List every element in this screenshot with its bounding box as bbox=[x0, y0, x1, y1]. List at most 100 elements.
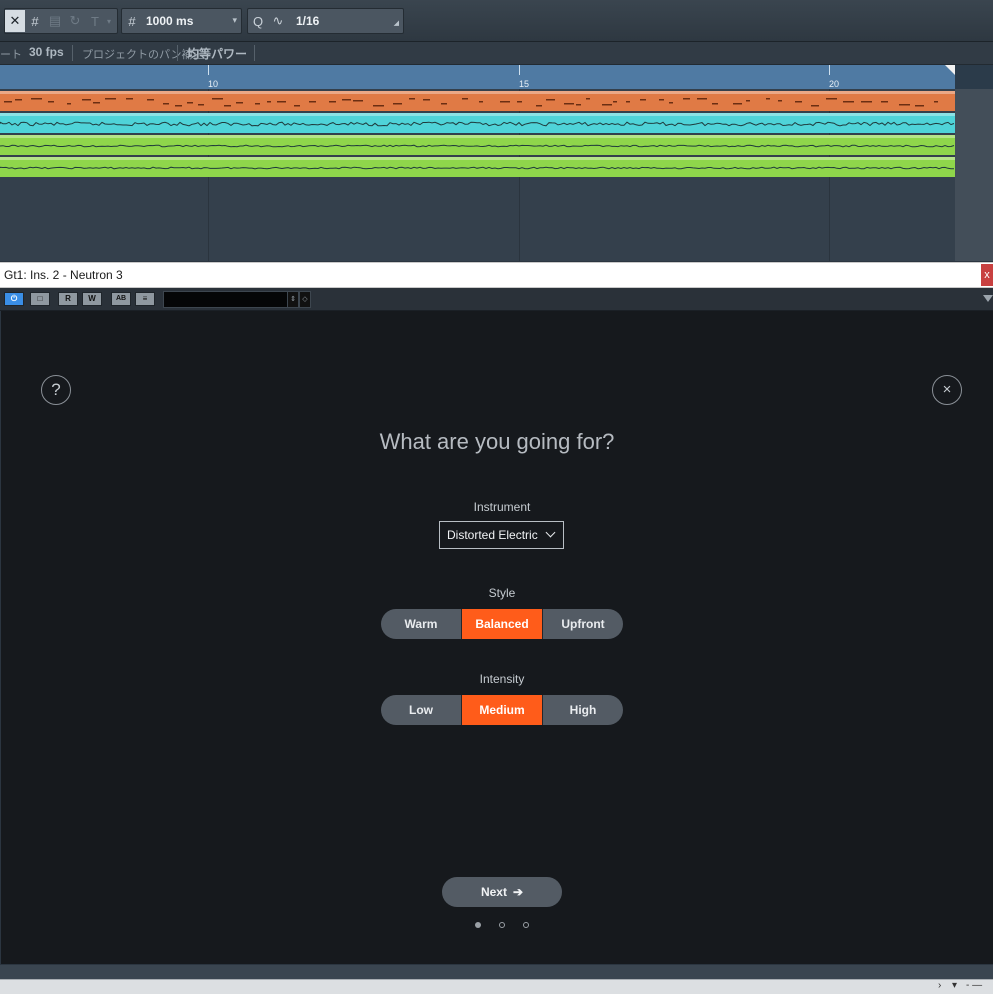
arrangement-bottom-strip bbox=[0, 965, 993, 979]
track-event-header bbox=[0, 113, 955, 116]
style-option-warm[interactable]: Warm bbox=[381, 609, 461, 639]
frame-rate[interactable]: 30 fps bbox=[29, 45, 64, 59]
nudge-select[interactable]: # 1000 ms ▾ bbox=[121, 8, 242, 34]
quantize-icon[interactable]: Q bbox=[248, 10, 268, 32]
snap-type-icon[interactable]: ▤ bbox=[45, 10, 65, 32]
intensity-option-medium[interactable]: Medium bbox=[461, 695, 542, 725]
snap-grid-icon[interactable]: # bbox=[25, 10, 45, 32]
plugin-toolbar: ⏻ □ R W AB ≡ ⇕ ◇ bbox=[0, 288, 993, 311]
chevron-down-icon[interactable]: ▾ bbox=[105, 10, 113, 32]
chevron-down-icon[interactable]: ▾ bbox=[952, 980, 957, 991]
wave-icon[interactable]: ∿ bbox=[268, 10, 288, 32]
divider bbox=[254, 45, 255, 61]
style-segmented-control: Warm Balanced Upfront bbox=[381, 609, 623, 639]
midi-note bbox=[602, 104, 612, 106]
intensity-option-high[interactable]: High bbox=[542, 695, 623, 725]
midi-note bbox=[187, 102, 193, 104]
midi-note bbox=[198, 104, 204, 106]
next-button-label: Next bbox=[480, 885, 507, 899]
midi-note bbox=[212, 98, 223, 100]
track-event-midi-orange[interactable] bbox=[0, 91, 955, 111]
arrangement-area[interactable] bbox=[0, 89, 993, 261]
autoscroll-icon[interactable]: ✕ bbox=[5, 10, 25, 32]
midi-note bbox=[147, 99, 154, 101]
intensity-segmented-control: Low Medium High bbox=[381, 695, 623, 725]
midi-note bbox=[669, 102, 673, 104]
midi-note bbox=[479, 101, 483, 103]
loop-icon[interactable]: ↻ bbox=[65, 10, 85, 32]
quantize-select[interactable]: Q ∿ 1/16 ◢ bbox=[247, 8, 404, 34]
midi-note bbox=[329, 101, 336, 103]
close-assistant-button[interactable]: × bbox=[932, 375, 962, 405]
assistant-panel: ? × What are you going for? Instrument D… bbox=[1, 311, 993, 964]
track-event-audio-cyan[interactable] bbox=[0, 113, 955, 133]
midi-note bbox=[517, 101, 522, 103]
midi-note bbox=[353, 100, 363, 102]
midi-note bbox=[48, 101, 54, 103]
midi-note bbox=[82, 99, 91, 101]
midi-note bbox=[746, 100, 750, 102]
pan-compensation-label: プロジェクトのパン補正 bbox=[82, 49, 204, 61]
midi-note bbox=[126, 98, 133, 100]
status-bar: › ▾ - — bbox=[0, 979, 993, 994]
midi-note bbox=[163, 103, 169, 105]
midi-note bbox=[409, 98, 415, 100]
style-option-balanced[interactable]: Balanced bbox=[461, 609, 542, 639]
write-automation-button[interactable]: W bbox=[82, 292, 102, 306]
midi-note bbox=[267, 101, 271, 103]
read-automation-button[interactable]: R bbox=[58, 292, 78, 306]
chevron-right-icon[interactable]: › bbox=[938, 980, 941, 991]
page-dot-1 bbox=[475, 922, 481, 928]
zoom-slider[interactable]: - — bbox=[966, 980, 982, 991]
assistant-question: What are you going for? bbox=[379, 429, 615, 454]
midi-note bbox=[393, 103, 402, 105]
midi-note bbox=[683, 98, 690, 100]
midi-note bbox=[500, 101, 510, 103]
divider bbox=[177, 45, 178, 61]
next-button[interactable]: Next ➔ bbox=[442, 877, 562, 907]
project-end-marker[interactable] bbox=[945, 65, 955, 75]
instrument-dropdown[interactable]: Distorted Electric bbox=[439, 521, 564, 549]
page-dot-3 bbox=[523, 922, 529, 928]
plugin-window-titlebar[interactable]: Gt1: Ins. 2 - Neutron 3 x bbox=[0, 262, 993, 288]
style-option-upfront[interactable]: Upfront bbox=[542, 609, 623, 639]
midi-note bbox=[4, 101, 12, 103]
track-event-header bbox=[0, 157, 955, 160]
ruler-tick bbox=[829, 65, 830, 75]
plugin-window-title: Gt1: Ins. 2 - Neutron 3 bbox=[4, 268, 123, 282]
track-event-header bbox=[0, 135, 955, 138]
midi-note bbox=[899, 104, 910, 106]
tool-text-icon[interactable]: T bbox=[85, 10, 105, 32]
project-settings-bar: ート 30 fps プロジェクトのパン補正 均等パワー bbox=[0, 42, 993, 65]
preset-stepper[interactable]: ⇕ bbox=[287, 291, 299, 308]
close-window-button[interactable]: x bbox=[981, 264, 993, 286]
chevron-down-icon: ◢ bbox=[393, 20, 399, 27]
midi-note bbox=[613, 101, 617, 103]
track-event-audio-green[interactable] bbox=[0, 135, 955, 155]
ab-compare-button[interactable]: AB bbox=[111, 292, 131, 306]
intensity-option-low[interactable]: Low bbox=[381, 695, 461, 725]
midi-note bbox=[915, 105, 924, 107]
bypass-icon[interactable]: □ bbox=[30, 292, 50, 306]
midi-note bbox=[934, 101, 938, 103]
timeline-ruler[interactable]: 10 15 20 bbox=[0, 65, 955, 89]
pan-law-value[interactable]: 均等パワー bbox=[187, 45, 247, 62]
track-event-audio-green-2[interactable] bbox=[0, 157, 955, 177]
grid-icon: # bbox=[128, 13, 136, 29]
preset-field[interactable] bbox=[163, 291, 289, 308]
ruler-mark-20: 20 bbox=[829, 79, 840, 89]
midi-note bbox=[640, 99, 646, 101]
arrangement-end-area bbox=[955, 89, 993, 261]
menu-icon[interactable]: ≡ bbox=[135, 292, 155, 306]
midi-note bbox=[224, 105, 231, 107]
midi-note bbox=[441, 103, 447, 105]
nudge-value: 1000 ms bbox=[146, 14, 194, 28]
style-label: Style bbox=[488, 586, 516, 600]
help-button[interactable]: ? bbox=[41, 375, 71, 405]
preset-browser-icon[interactable]: ◇ bbox=[299, 291, 311, 308]
chevron-down-icon[interactable] bbox=[983, 295, 993, 302]
midi-note bbox=[712, 103, 718, 105]
power-icon[interactable]: ⏻ bbox=[4, 292, 24, 306]
midi-note bbox=[342, 99, 351, 101]
midi-note bbox=[564, 103, 574, 105]
